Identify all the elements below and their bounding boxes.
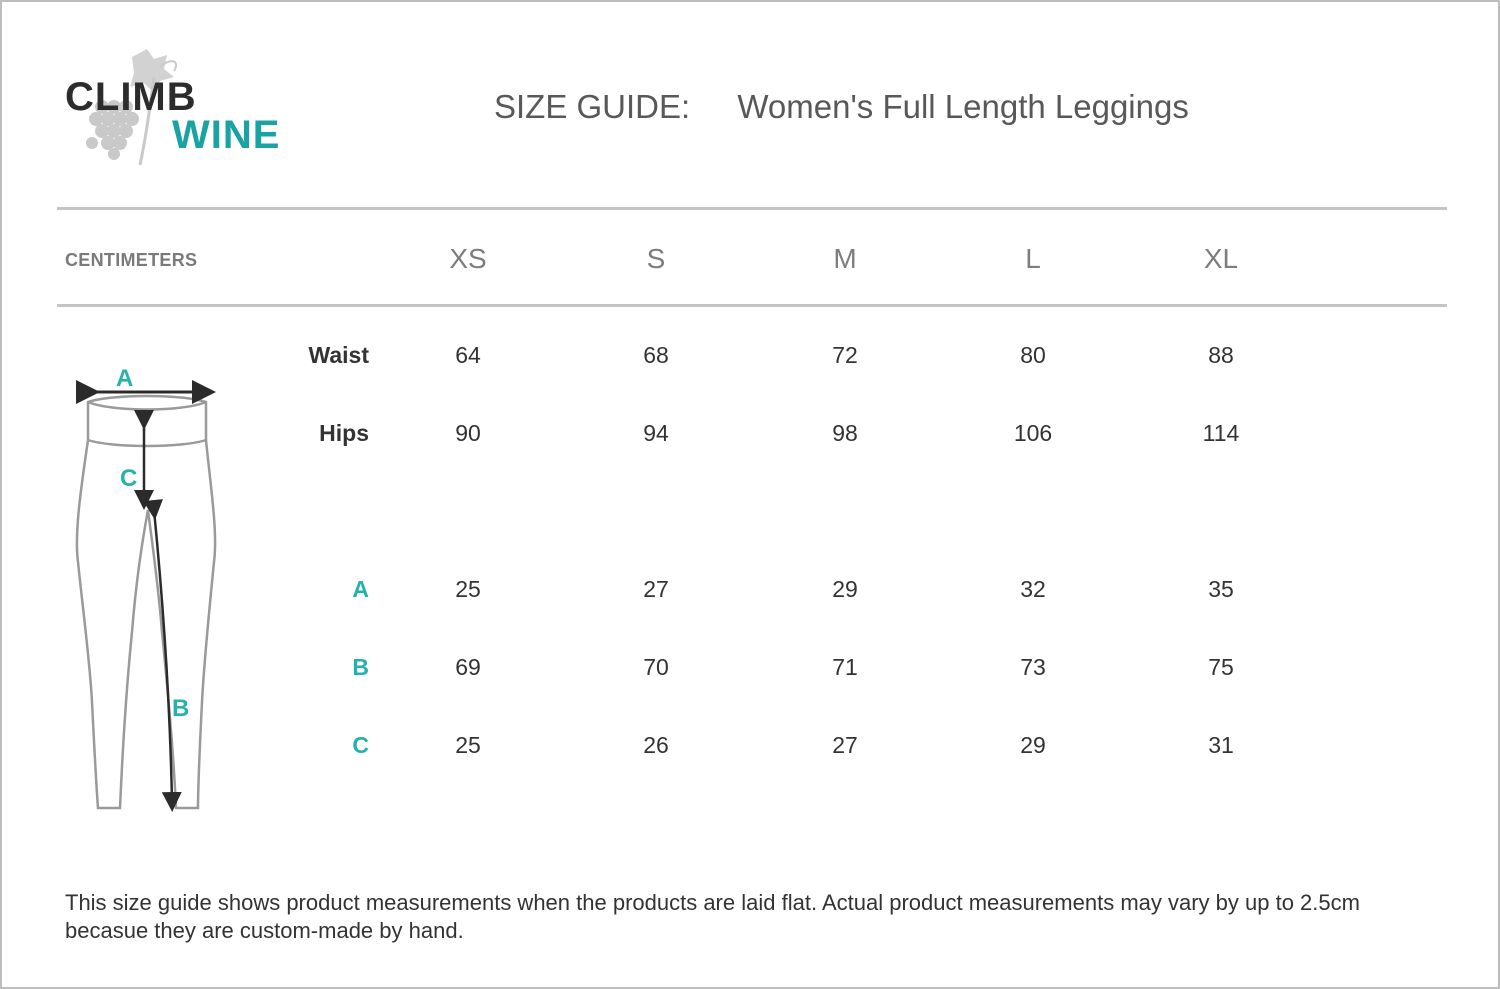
- table-cell: 94: [643, 420, 669, 446]
- size-header: XS: [449, 243, 487, 274]
- table-cell: 32: [1020, 576, 1046, 602]
- table-cell: 90: [455, 420, 481, 446]
- table-cell: 80: [1020, 342, 1046, 368]
- diagram-label-a: A: [116, 365, 133, 392]
- table-cell: 114: [1202, 420, 1240, 446]
- table-cell: 71: [832, 654, 858, 680]
- row-label-c: C: [352, 732, 369, 758]
- size-header: L: [1025, 243, 1041, 274]
- footnote: This size guide shows product measuremen…: [65, 890, 1360, 943]
- diagram-label-c: C: [120, 465, 137, 492]
- title-label: SIZE GUIDE:: [494, 88, 691, 125]
- size-guide-card: CLIMB WINE SIZE GUIDE: Women's Full Leng…: [0, 0, 1500, 989]
- header-divider-top: [57, 207, 1447, 210]
- table-cell: 75: [1208, 654, 1234, 680]
- table-cell: 26: [643, 732, 669, 758]
- table-cell: 70: [643, 654, 669, 680]
- logo-wine-text: WINE: [172, 113, 281, 157]
- size-header: M: [833, 243, 857, 274]
- unit-label: CENTIMETERS: [65, 250, 198, 270]
- brand-logo: CLIMB WINE: [62, 47, 292, 172]
- logo-climb-text: CLIMB: [65, 75, 197, 119]
- row-label-hips: Hips: [319, 420, 369, 446]
- table-cell: 106: [1013, 420, 1053, 446]
- header-divider-bottom: [57, 304, 1447, 307]
- table-cell: 68: [643, 342, 669, 368]
- row-label-b: B: [352, 654, 369, 680]
- table-cell: 27: [832, 732, 858, 758]
- table-cell: 88: [1208, 342, 1234, 368]
- leggings-measurement-diagram-icon: A C B: [75, 365, 217, 812]
- page-title: SIZE GUIDE: Women's Full Length Leggings: [494, 88, 1189, 126]
- table-cell: 31: [1208, 732, 1234, 758]
- diagram-label-b: B: [172, 695, 189, 722]
- table-cell: 73: [1020, 654, 1046, 680]
- leggings-diagram: A C B: [72, 362, 222, 822]
- size-header: S: [646, 243, 666, 274]
- table-cell: 25: [455, 732, 481, 758]
- table-cell: 64: [455, 342, 481, 368]
- product-name: Women's Full Length Leggings: [737, 88, 1189, 125]
- table-cell: 69: [455, 654, 481, 680]
- size-header: XL: [1203, 243, 1239, 274]
- table-cell: 72: [832, 342, 858, 368]
- table-cell: 27: [643, 576, 669, 602]
- table-cell: 35: [1208, 576, 1234, 602]
- row-label-a: A: [352, 576, 369, 602]
- table-cell: 29: [1020, 732, 1046, 758]
- table-cell: 98: [832, 420, 858, 446]
- table-cell: 25: [455, 576, 481, 602]
- table-cell: 29: [832, 576, 858, 602]
- row-label-waist: Waist: [308, 342, 370, 368]
